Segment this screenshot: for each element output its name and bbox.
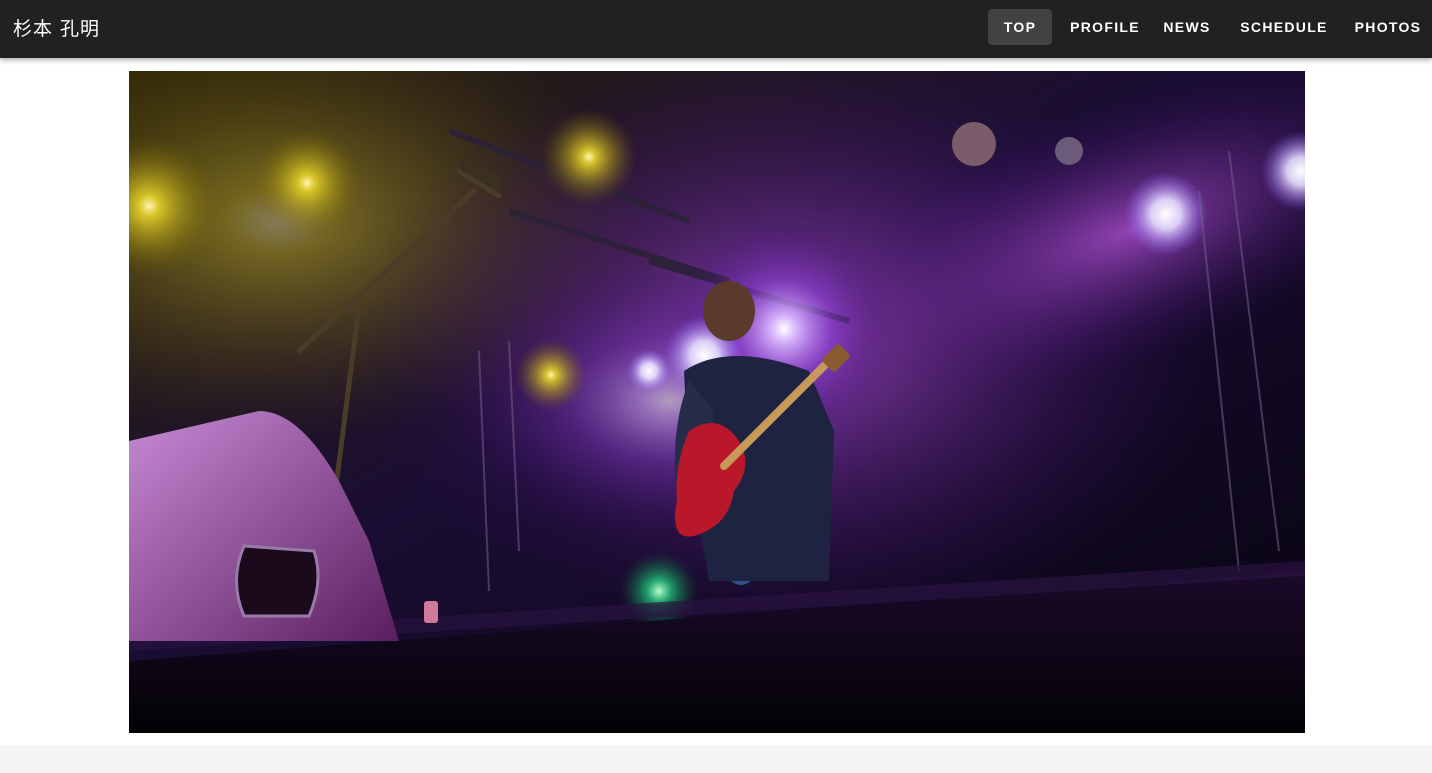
nav-photos[interactable]: PHOTOS xyxy=(1348,9,1428,45)
nav-schedule[interactable]: SCHEDULE xyxy=(1234,9,1334,45)
nav-news[interactable]: NEWS xyxy=(1157,9,1217,45)
nav-top[interactable]: TOP xyxy=(988,9,1052,45)
hero-image xyxy=(129,71,1305,733)
nav-profile[interactable]: PROFILE xyxy=(1060,9,1150,45)
site-title[interactable]: 杉本 孔明 xyxy=(13,14,100,41)
top-app-bar: 杉本 孔明 TOP PROFILE NEWS SCHEDULE PHOTOS xyxy=(0,0,1432,58)
footer xyxy=(0,745,1432,773)
concert-photo xyxy=(129,71,1305,733)
